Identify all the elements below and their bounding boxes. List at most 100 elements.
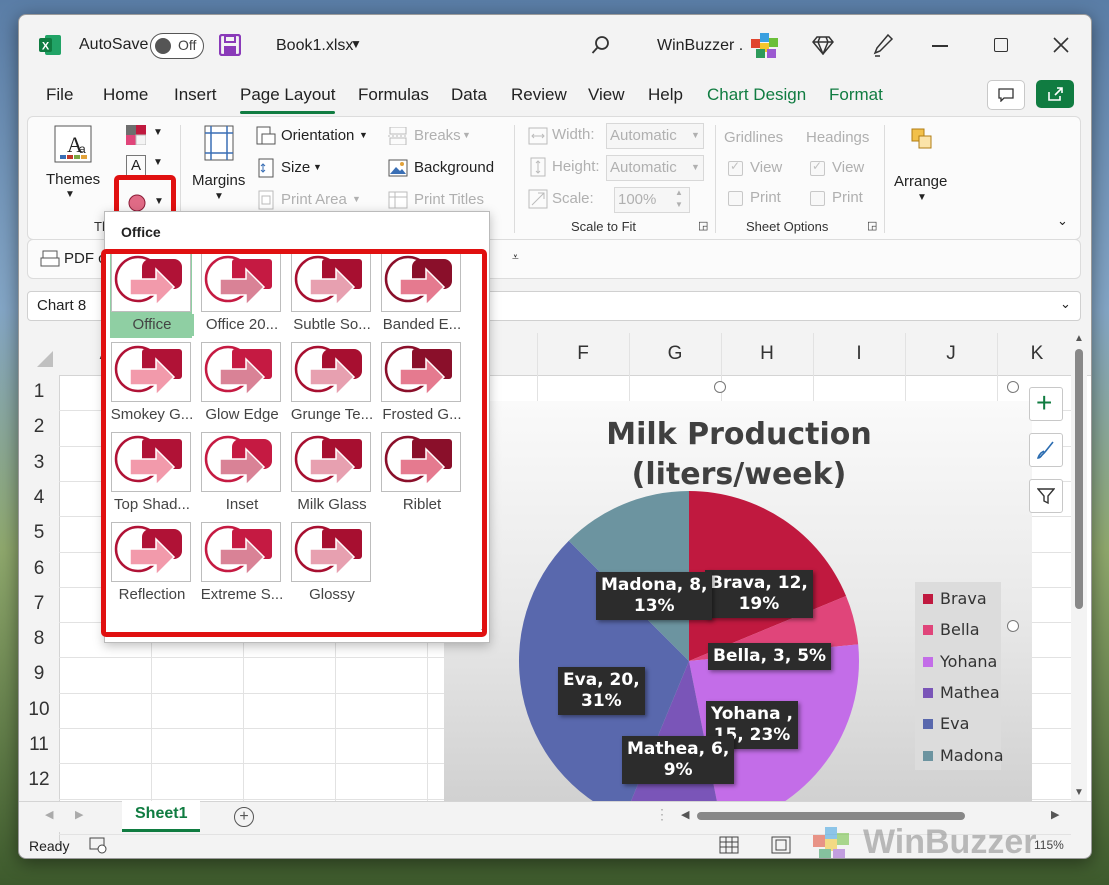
tab-insert[interactable]: Insert bbox=[174, 85, 217, 105]
legend-item-brava[interactable]: Brava bbox=[923, 589, 1003, 609]
chart-handle-right[interactable] bbox=[1007, 620, 1019, 632]
avatar[interactable] bbox=[747, 29, 781, 63]
diamond-icon[interactable] bbox=[812, 35, 834, 55]
row-header-8[interactable]: 8 bbox=[19, 628, 59, 650]
row-header-4[interactable]: 4 bbox=[19, 487, 59, 509]
close-icon[interactable] bbox=[1053, 37, 1069, 53]
autosave-toggle[interactable]: Off bbox=[150, 33, 204, 59]
tab-formulas[interactable]: Formulas bbox=[358, 85, 429, 105]
row-header-5[interactable]: 5 bbox=[19, 522, 59, 544]
page-layout-view-icon[interactable] bbox=[771, 836, 791, 854]
scroll-up-icon[interactable]: ▲ bbox=[1074, 333, 1084, 344]
minimize-icon[interactable] bbox=[932, 45, 948, 47]
data-label-bella[interactable]: Bella, 3, 5% bbox=[708, 643, 832, 670]
themes-button[interactable]: A a Themes ▼ bbox=[46, 123, 100, 207]
data-label-madona[interactable]: Madona, 8, 13% bbox=[596, 572, 713, 620]
tab-format[interactable]: Format bbox=[829, 85, 883, 105]
comments-button[interactable] bbox=[987, 80, 1025, 110]
data-label-eva[interactable]: Eva, 20, 31% bbox=[558, 667, 645, 715]
tab-data[interactable]: Data bbox=[451, 85, 487, 105]
legend-item-eva[interactable]: Eva bbox=[923, 714, 1003, 734]
scroll-left-icon[interactable]: ◀ bbox=[681, 808, 689, 821]
row-header-7[interactable]: 7 bbox=[19, 593, 59, 615]
print-titles-button[interactable]: Print Titles bbox=[388, 189, 500, 213]
legend-item-bella[interactable]: Bella bbox=[923, 620, 1003, 640]
prev-sheet-icon[interactable]: ◀ bbox=[45, 808, 53, 821]
row-header-3[interactable]: 3 bbox=[19, 452, 59, 474]
data-label-brava[interactable]: Brava, 12, 19% bbox=[705, 570, 813, 618]
legend-item-mathea[interactable]: Mathea bbox=[923, 683, 1003, 703]
row-header-11[interactable]: 11 bbox=[19, 734, 59, 756]
colors-button[interactable]: ▼ bbox=[126, 125, 166, 149]
chart-handle-top-right[interactable] bbox=[1007, 381, 1019, 393]
sheet-options-launcher-icon[interactable]: ◲ bbox=[867, 219, 877, 232]
horizontal-scroll-thumb[interactable] bbox=[697, 812, 965, 820]
vertical-scrollbar[interactable]: ▲ ▼ bbox=[1071, 333, 1087, 803]
tab-chart-design[interactable]: Chart Design bbox=[707, 85, 806, 105]
height-select[interactable]: Automatic ▼ bbox=[606, 155, 704, 181]
search-icon[interactable] bbox=[591, 35, 611, 55]
column-header-i[interactable]: I bbox=[813, 340, 905, 368]
normal-view-icon[interactable] bbox=[719, 836, 739, 854]
vertical-scroll-thumb[interactable] bbox=[1075, 349, 1083, 609]
scroll-down-icon[interactable]: ▼ bbox=[1074, 787, 1084, 798]
gridlines-view-checkbox[interactable]: ✓ bbox=[728, 159, 743, 176]
spinner-up-icon[interactable]: ▲ bbox=[675, 188, 683, 197]
add-sheet-icon[interactable]: + bbox=[234, 807, 254, 827]
margins-button[interactable]: Margins ▼ bbox=[188, 123, 250, 207]
chart-filters-button[interactable] bbox=[1029, 479, 1063, 513]
headings-view-checkbox[interactable]: ✓ bbox=[810, 159, 825, 176]
tab-file[interactable]: File bbox=[46, 85, 73, 105]
row-header-12[interactable]: 12 bbox=[19, 769, 59, 791]
column-header-f[interactable]: F bbox=[537, 340, 629, 368]
chart-legend[interactable] bbox=[915, 582, 1001, 770]
orientation-button[interactable]: Orientation ▼ bbox=[256, 125, 374, 149]
account-name[interactable]: WinBuzzer . bbox=[657, 37, 743, 55]
tab-home[interactable]: Home bbox=[103, 85, 148, 105]
background-button[interactable]: Background bbox=[388, 157, 500, 181]
pdf-icon[interactable] bbox=[40, 250, 60, 268]
filename-chevron-icon[interactable]: ▼ bbox=[350, 37, 362, 51]
row-header-6[interactable]: 6 bbox=[19, 558, 59, 580]
collapse-ribbon-icon[interactable]: ⌄ bbox=[1057, 213, 1068, 229]
column-header-g[interactable]: G bbox=[629, 340, 721, 368]
chart-elements-button[interactable]: + bbox=[1029, 387, 1063, 421]
row-header-10[interactable]: 10 bbox=[19, 699, 59, 721]
sheet-tab-sheet1[interactable]: Sheet1 bbox=[122, 801, 200, 832]
row-header-2[interactable]: 2 bbox=[19, 416, 59, 438]
tab-split-handle[interactable]: ⋮ bbox=[655, 806, 669, 823]
chart-handle-top[interactable] bbox=[714, 381, 726, 393]
breaks-button[interactable]: Breaks ▼ bbox=[388, 125, 478, 149]
column-header-k[interactable]: K bbox=[997, 340, 1077, 368]
spinner-down-icon[interactable]: ▼ bbox=[675, 200, 683, 209]
column-header-h[interactable]: H bbox=[721, 340, 813, 368]
accessibility-icon[interactable] bbox=[89, 837, 109, 855]
headings-print-checkbox[interactable] bbox=[810, 191, 825, 206]
save-icon[interactable] bbox=[219, 34, 241, 56]
print-area-button[interactable]: Print Area ▼ bbox=[256, 189, 366, 213]
row-header-9[interactable]: 9 bbox=[19, 663, 59, 685]
tab-help[interactable]: Help bbox=[648, 85, 683, 105]
expand-formula-icon[interactable]: ⌄ bbox=[1060, 296, 1071, 312]
tab-review[interactable]: Review bbox=[511, 85, 567, 105]
customize-qat-icon[interactable]: ⩡ bbox=[512, 250, 519, 265]
file-name[interactable]: Book1.xlsx bbox=[276, 37, 353, 55]
row-header-1[interactable]: 1 bbox=[19, 381, 59, 403]
legend-item-madona[interactable]: Madona bbox=[923, 746, 1004, 766]
column-header-j[interactable]: J bbox=[905, 340, 997, 368]
pdf-label[interactable]: PDF c bbox=[64, 250, 106, 267]
data-label-mathea[interactable]: Mathea, 6, 9% bbox=[622, 736, 735, 784]
share-button[interactable] bbox=[1036, 80, 1074, 108]
select-all-corner[interactable] bbox=[19, 333, 59, 375]
chart-styles-button[interactable] bbox=[1029, 433, 1063, 467]
next-sheet-icon[interactable]: ▶ bbox=[75, 808, 83, 821]
gridlines-print-checkbox[interactable] bbox=[728, 191, 743, 206]
tab-page-layout[interactable]: Page Layout bbox=[240, 85, 335, 105]
legend-item-yohana[interactable]: Yohana bbox=[923, 652, 1003, 672]
scale-spinner[interactable]: 100% ▲ ▼ bbox=[614, 187, 690, 213]
name-box[interactable]: Chart 8 bbox=[37, 297, 86, 314]
size-button[interactable]: Size ▼ bbox=[256, 157, 326, 181]
width-select[interactable]: Automatic ▼ bbox=[606, 123, 704, 149]
arrange-button[interactable]: Arrange ▼ bbox=[892, 123, 952, 207]
scale-launcher-icon[interactable]: ◲ bbox=[698, 219, 708, 232]
